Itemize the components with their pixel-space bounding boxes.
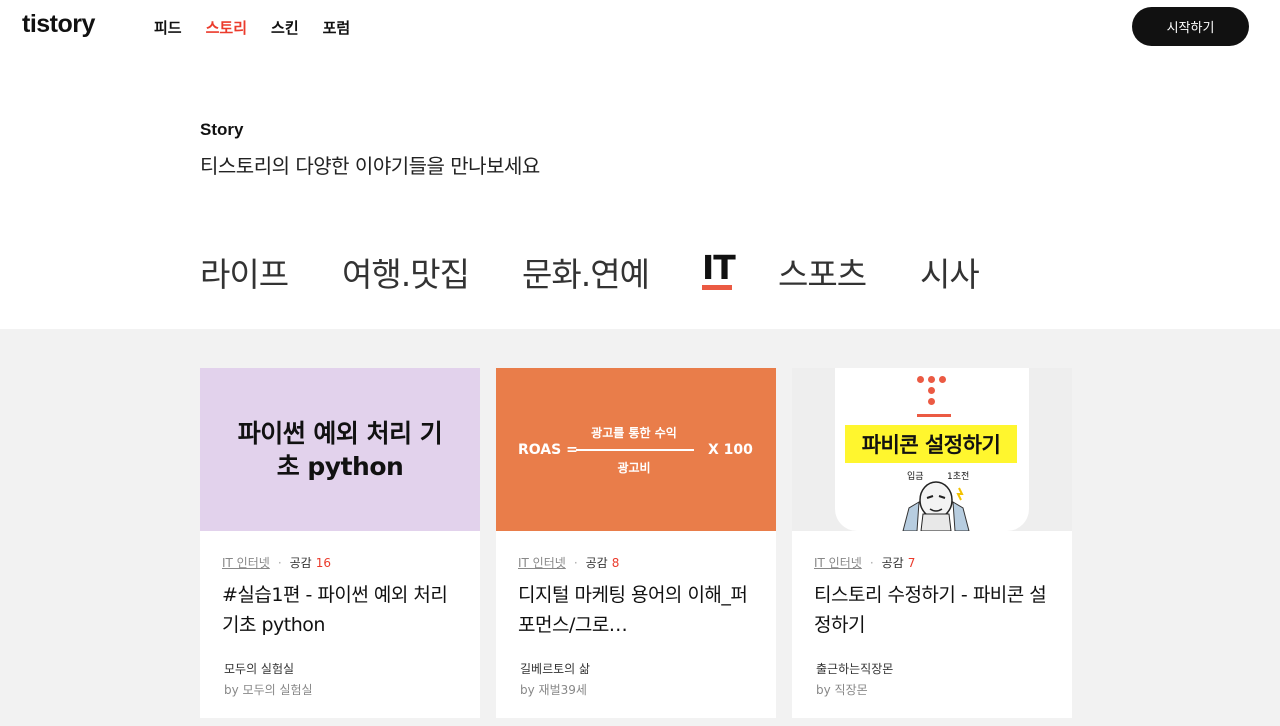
thumbnail-text: 파이썬 예외 처리 기 초 python (237, 418, 443, 481)
likes-count: 7 (907, 555, 916, 570)
card-blog-name[interactable]: 출근하는직장몬 (816, 660, 893, 677)
tab-life[interactable]: 라이프 (200, 248, 289, 296)
thumbnail-multiplier: X 100 (708, 442, 753, 458)
card-title[interactable]: 티스토리 수정하기 - 파비콘 설정하기 (814, 580, 1054, 640)
card-author: by 재벌39세 (520, 683, 587, 697)
story-card[interactable]: ROAS = 광고를 통한 수익 광고비 X 100 IT 인터넷 · 공감 8… (496, 368, 776, 718)
fraction-line (576, 449, 694, 451)
story-card[interactable]: 파이썬 예외 처리 기 초 python IT 인터넷 · 공감 16 #실습1… (200, 368, 480, 718)
card-thumbnail[interactable]: 파이썬 예외 처리 기 초 python (200, 368, 480, 531)
likes-count: 8 (611, 555, 620, 570)
card-category-link[interactable]: IT 인터넷 (222, 554, 270, 571)
card-blog-name[interactable]: 길베르토의 삶 (520, 660, 590, 677)
nav-item-story[interactable]: 스토리 (206, 17, 247, 38)
card-meta: IT 인터넷 · 공감 7 (814, 554, 915, 571)
thumbnail-panel: 파비콘 설정하기 입금 1초전 (835, 368, 1029, 531)
main-nav: 피드 스토리 스킨 포럼 (154, 17, 374, 38)
active-tab-indicator (702, 285, 732, 290)
tab-it[interactable]: IT (702, 248, 736, 287)
nav-item-forum[interactable]: 포럼 (323, 17, 351, 38)
card-blog-name[interactable]: 모두의 실험실 (224, 660, 294, 677)
card-title[interactable]: #실습1편 - 파이썬 예외 처리 기초 python (222, 580, 462, 640)
card-author: by 직장몬 (816, 683, 868, 697)
thumbnail-numerator: 광고를 통한 수익 (591, 426, 677, 440)
tab-current-affairs[interactable]: 시사 (920, 248, 980, 296)
tab-travel-food[interactable]: 여행.맛집 (342, 248, 470, 296)
card-category-link[interactable]: IT 인터넷 (814, 554, 862, 571)
tab-culture-entertainment[interactable]: 문화.연예 (522, 248, 650, 296)
start-button[interactable]: 시작하기 (1132, 7, 1249, 46)
card-meta: IT 인터넷 · 공감 8 (518, 554, 619, 571)
card-category-link[interactable]: IT 인터넷 (518, 554, 566, 571)
nav-item-skin[interactable]: 스킨 (271, 17, 299, 38)
likes-count: 16 (315, 555, 332, 570)
story-card[interactable]: 파비콘 설정하기 입금 1초전 IT 인터넷 · 공감 7 티스토리 수정하기 … (792, 368, 1072, 718)
tistory-logo[interactable]: tistory (22, 10, 95, 39)
card-author: by 모두의 실험실 (224, 683, 313, 697)
thumbnail-roas-text: ROAS = (518, 442, 578, 458)
header: tistory 피드 스토리 스킨 포럼 시작하기 (0, 0, 1280, 54)
meta-separator: · (277, 555, 282, 570)
meme-character-icon (902, 481, 970, 531)
thumbnail-banner: 파비콘 설정하기 (845, 425, 1017, 463)
section-label: Story (200, 120, 244, 139)
tab-sports[interactable]: 스포츠 (778, 248, 867, 296)
likes-label: 공감 (585, 556, 608, 570)
card-thumbnail[interactable]: ROAS = 광고를 통한 수익 광고비 X 100 (496, 368, 776, 531)
card-title[interactable]: 디지털 마케팅 용어의 이해_퍼포먼스/그로… (518, 580, 758, 640)
section-description: 티스토리의 다양한 이야기들을 만나보세요 (200, 154, 540, 178)
nav-item-feed[interactable]: 피드 (154, 17, 182, 38)
meta-separator: · (869, 555, 874, 570)
likes-label: 공감 (881, 556, 904, 570)
likes-label: 공감 (289, 556, 312, 570)
meta-separator: · (573, 555, 578, 570)
card-meta: IT 인터넷 · 공감 16 (222, 554, 331, 571)
thumbnail-underline (917, 414, 951, 417)
thumbnail-denominator: 광고비 (617, 461, 651, 475)
card-thumbnail[interactable]: 파비콘 설정하기 입금 1초전 (792, 368, 1072, 531)
